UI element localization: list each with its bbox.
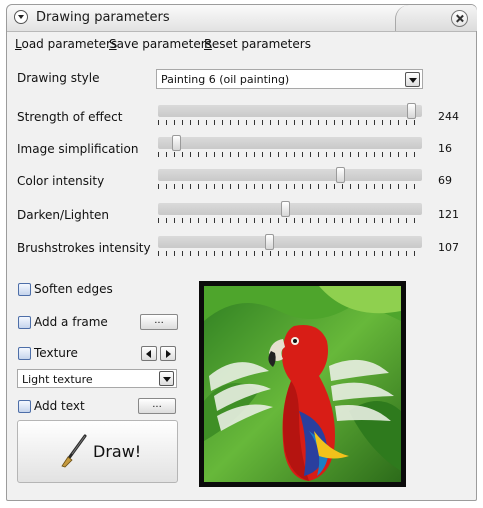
slider-ticks bbox=[158, 218, 422, 223]
texture-checkbox[interactable] bbox=[18, 347, 31, 360]
slider-thumb[interactable] bbox=[172, 135, 182, 151]
texture-select-value: Light texture bbox=[22, 373, 93, 386]
add-frame-label: Add a frame bbox=[34, 315, 108, 329]
frame-options-button[interactable]: ... bbox=[140, 314, 178, 330]
dropdown-arrow-icon[interactable] bbox=[159, 371, 174, 386]
slider-ticks bbox=[158, 152, 422, 157]
title-bar[interactable]: Drawing parameters bbox=[7, 5, 477, 32]
image-simplification-label: Image simplification bbox=[17, 142, 139, 156]
close-icon[interactable] bbox=[451, 10, 468, 27]
next-arrow-icon[interactable] bbox=[160, 346, 176, 361]
slider-thumb[interactable] bbox=[280, 201, 290, 217]
strength-of-effect-slider[interactable] bbox=[158, 103, 422, 129]
strength-of-effect-label: Strength of effect bbox=[17, 110, 123, 124]
window-title: Drawing parameters bbox=[36, 10, 170, 25]
image-simplification-value: 16 bbox=[438, 142, 452, 155]
slider-track[interactable] bbox=[158, 137, 422, 149]
paintbrush-icon bbox=[61, 434, 87, 468]
save-parameters-link[interactable]: Save parameters bbox=[109, 37, 212, 51]
darken-lighten-label: Darken/Lighten bbox=[17, 208, 110, 222]
color-intensity-value: 69 bbox=[438, 174, 452, 187]
draw-button[interactable]: Draw! bbox=[17, 420, 178, 483]
strength-of-effect-value: 244 bbox=[438, 110, 459, 123]
texture-label: Texture bbox=[34, 346, 78, 360]
draw-button-label: Draw! bbox=[93, 442, 142, 461]
prev-arrow-icon[interactable] bbox=[141, 346, 157, 361]
slider-ticks bbox=[158, 251, 422, 256]
brushstrokes-intensity-label: Brushstrokes intensity bbox=[17, 241, 151, 255]
load-parameters-link[interactable]: Load parameters bbox=[15, 37, 117, 51]
drawing-parameters-window: Drawing parameters Load parameters Save … bbox=[6, 4, 477, 501]
drawing-style-label: Drawing style bbox=[17, 71, 100, 85]
slider-thumb[interactable] bbox=[264, 234, 274, 250]
darken-lighten-value: 121 bbox=[438, 208, 459, 221]
color-intensity-label: Color intensity bbox=[17, 174, 105, 188]
drawing-style-value: Painting 6 (oil painting) bbox=[161, 73, 290, 86]
parrot-painting-preview bbox=[204, 286, 401, 482]
text-options-button[interactable]: ... bbox=[138, 398, 176, 414]
add-text-checkbox[interactable] bbox=[18, 400, 31, 413]
reset-parameters-link[interactable]: Reset parameters bbox=[204, 37, 311, 51]
dropdown-arrow-icon[interactable] bbox=[405, 72, 420, 87]
slider-track[interactable] bbox=[158, 203, 422, 215]
image-simplification-slider[interactable] bbox=[158, 135, 422, 161]
slider-track[interactable] bbox=[158, 105, 422, 117]
soften-edges-checkbox[interactable] bbox=[18, 283, 31, 296]
slider-track[interactable] bbox=[158, 169, 422, 181]
slider-thumb[interactable] bbox=[407, 103, 417, 119]
add-text-label: Add text bbox=[34, 399, 85, 413]
slider-track[interactable] bbox=[158, 236, 422, 248]
brushstrokes-intensity-slider[interactable] bbox=[158, 234, 422, 260]
slider-ticks bbox=[158, 184, 422, 189]
add-frame-checkbox[interactable] bbox=[18, 316, 31, 329]
darken-lighten-slider[interactable] bbox=[158, 201, 422, 227]
slider-thumb[interactable] bbox=[336, 167, 346, 183]
soften-edges-label: Soften edges bbox=[34, 282, 113, 296]
window-menu-icon[interactable] bbox=[14, 10, 28, 24]
texture-select[interactable]: Light texture bbox=[17, 369, 177, 388]
brushstrokes-intensity-value: 107 bbox=[438, 241, 459, 254]
preview-image bbox=[199, 281, 406, 487]
color-intensity-slider[interactable] bbox=[158, 167, 422, 193]
drawing-style-select[interactable]: Painting 6 (oil painting) bbox=[156, 69, 423, 89]
slider-ticks bbox=[158, 120, 422, 125]
